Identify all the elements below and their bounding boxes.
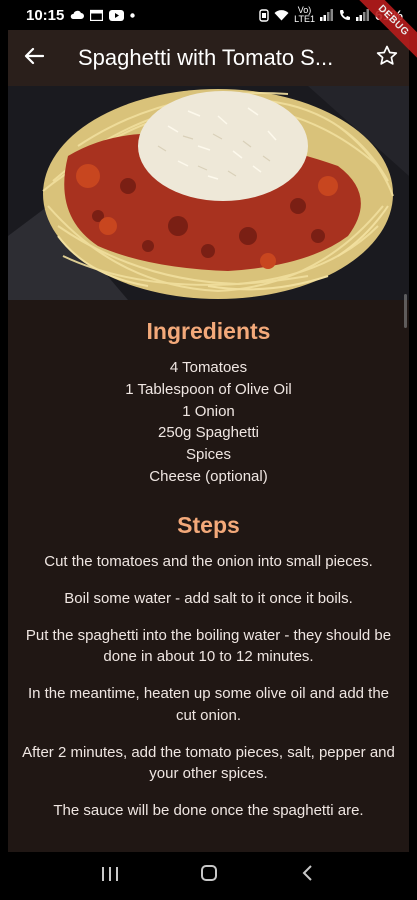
list-item: Cheese (optional) xyxy=(149,467,268,485)
signal-2-icon xyxy=(355,9,369,21)
list-item: After 2 minutes, add the tomato pieces, … xyxy=(22,743,395,783)
back-chevron-icon[interactable] xyxy=(288,864,328,888)
list-item: Spices xyxy=(185,446,232,464)
list-item: Boil some water - add salt to it once it… xyxy=(64,589,353,607)
list-item: Put the spaghetti into the boiling water… xyxy=(25,626,392,666)
status-time: 10:15 xyxy=(26,6,65,24)
scrollbar[interactable] xyxy=(404,294,407,328)
app-bar: Spaghetti with Tomato S... xyxy=(8,30,409,86)
cloud-icon xyxy=(71,10,85,19)
steps-list: Cut the tomatoes and the onion into smal… xyxy=(8,551,409,822)
system-nav-bar xyxy=(0,852,417,900)
dot-icon xyxy=(130,12,136,18)
network-label: Vo) LTE1 xyxy=(294,5,315,24)
ingredients-list: 4 Tomatoes 1 Tablespoon of Olive Oil 1 O… xyxy=(8,357,409,488)
page-title: Spaghetti with Tomato S... xyxy=(78,45,334,70)
status-bar: 10:15 Vo) LTE1 61% xyxy=(0,0,417,30)
recents-icon[interactable] xyxy=(90,865,130,888)
call-icon xyxy=(339,10,350,20)
spaghetti-image xyxy=(8,86,409,300)
list-item: 1 Tablespoon of Olive Oil xyxy=(125,380,292,398)
home-icon[interactable] xyxy=(189,864,229,888)
list-item: Cut the tomatoes and the onion into smal… xyxy=(44,552,373,570)
status-left: 10:15 xyxy=(26,6,136,24)
recipe-image xyxy=(8,86,409,300)
calendar-icon xyxy=(90,9,104,21)
youtube-icon xyxy=(109,9,125,21)
list-item: In the meantime, heaten up some olive oi… xyxy=(27,685,390,724)
ingredients-title: Ingredients xyxy=(146,318,271,344)
alarm-icon xyxy=(259,8,269,22)
list-item: The sauce will be done once the spaghett… xyxy=(53,802,364,820)
list-item: 1 Onion xyxy=(182,402,235,420)
arrow-left-icon[interactable] xyxy=(8,44,60,72)
signal-icon xyxy=(319,9,333,21)
list-item: 250g Spaghetti xyxy=(158,424,259,442)
steps-title: Steps xyxy=(177,511,240,538)
recipe-content[interactable]: Ingredients 4 Tomatoes 1 Tablespoon of O… xyxy=(8,86,409,852)
star-outline-icon[interactable] xyxy=(365,45,409,72)
list-item: 4 Tomatoes xyxy=(169,359,248,376)
wifi-icon xyxy=(274,10,289,21)
